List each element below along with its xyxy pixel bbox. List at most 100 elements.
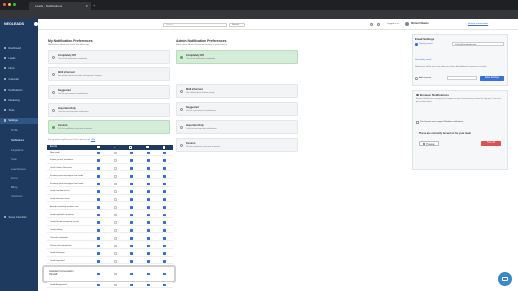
save-settings-button[interactable]: Save Settings: [480, 76, 504, 81]
checkbox[interactable]: [114, 174, 117, 178]
sidebar-sub-billing[interactable]: Billing: [11, 186, 17, 189]
close-window-icon[interactable]: [3, 3, 7, 7]
turn-off-button[interactable]: Turn off: [481, 141, 501, 146]
my-pref-option-selected[interactable]: Custom Pick the notifications you want to…: [48, 120, 170, 134]
user-name[interactable]: Richard Shaefer: [411, 23, 429, 25]
checked-checkbox[interactable]: [147, 244, 150, 248]
sidebar-item-settings[interactable]: Settings: [0, 118, 38, 124]
checked-checkbox[interactable]: [97, 213, 100, 217]
checked-checkbox[interactable]: [130, 174, 133, 178]
checkbox[interactable]: [114, 190, 117, 194]
checkbox[interactable]: [114, 213, 117, 217]
checked-checkbox[interactable]: [163, 167, 166, 170]
checked-checkbox[interactable]: [147, 159, 150, 163]
checkbox[interactable]: [114, 205, 117, 209]
checked-checkbox[interactable]: [97, 198, 100, 201]
checked-checkbox[interactable]: [130, 221, 133, 225]
checked-checkbox[interactable]: [163, 252, 166, 256]
checked-checkbox[interactable]: [163, 221, 166, 225]
help-icon[interactable]: [377, 23, 381, 27]
checked-checkbox[interactable]: [163, 244, 166, 248]
sidebar-sub-integrations[interactable]: Integrations: [11, 149, 24, 152]
checked-checkbox[interactable]: [130, 151, 133, 155]
checked-checkbox[interactable]: [147, 221, 150, 225]
checkbox[interactable]: [114, 167, 117, 170]
checked-checkbox[interactable]: [97, 260, 100, 263]
checkbox[interactable]: [114, 151, 117, 155]
sidebar-item-notifications[interactable]: Notifications: [4, 89, 23, 94]
minimize-window-icon[interactable]: [8, 3, 12, 7]
checked-checkbox[interactable]: [147, 236, 150, 240]
brand-logo[interactable]: NEOLEADS: [4, 22, 24, 26]
sidebar-item-marketing[interactable]: Marketing: [4, 99, 20, 104]
checked-checkbox[interactable]: [97, 229, 100, 232]
collapse-sidebar-icon[interactable]: [34, 22, 38, 26]
my-pref-option[interactable]: Well informed Get notified about new lead…: [48, 67, 170, 81]
checked-checkbox[interactable]: [97, 174, 100, 178]
checkbox[interactable]: [163, 272, 166, 276]
radio-icon[interactable]: [415, 77, 418, 80]
checkbox[interactable]: [147, 272, 150, 276]
checked-checkbox[interactable]: [97, 205, 100, 209]
preview-button[interactable]: Preview: [419, 141, 439, 146]
checked-checkbox[interactable]: [97, 182, 100, 186]
add-recipient-field[interactable]: [447, 76, 477, 81]
maximize-window-icon[interactable]: [13, 3, 17, 7]
sidebar-sub-forms[interactable]: Forms: [11, 177, 18, 180]
sidebar-item-leads[interactable]: Leads: [4, 57, 15, 62]
checkbox[interactable]: [416, 121, 419, 124]
checked-checkbox[interactable]: [163, 190, 166, 194]
search-input[interactable]: Search: [163, 22, 227, 27]
checked-checkbox[interactable]: [130, 244, 133, 248]
checked-checkbox[interactable]: [130, 260, 133, 263]
sidebar-item-tools[interactable]: Tools: [4, 109, 14, 114]
checked-checkbox[interactable]: [97, 190, 100, 194]
sidebar-item-dashboard[interactable]: Dashboard: [4, 47, 21, 52]
checkbox[interactable]: [114, 221, 117, 225]
checked-checkbox[interactable]: [130, 236, 133, 240]
checkbox[interactable]: [114, 182, 117, 186]
checked-checkbox[interactable]: [147, 190, 150, 194]
checked-checkbox[interactable]: [97, 221, 100, 225]
checkbox[interactable]: [114, 283, 117, 287]
avatar[interactable]: [405, 22, 410, 27]
checked-checkbox[interactable]: [147, 260, 150, 263]
checked-checkbox[interactable]: [97, 244, 100, 248]
checked-checkbox[interactable]: [147, 213, 150, 217]
checked-checkbox[interactable]: [147, 229, 150, 232]
checkbox[interactable]: [114, 272, 117, 276]
admin-pref-option[interactable]: Important Only Only the most important no…: [176, 120, 298, 134]
highlighted-table-row[interactable]: Assistant Conversation Handoff: [44, 267, 174, 281]
checked-checkbox[interactable]: [130, 213, 133, 217]
checkbox[interactable]: [114, 198, 117, 201]
checked-checkbox[interactable]: [97, 159, 100, 163]
checked-checkbox[interactable]: [163, 229, 166, 232]
checked-checkbox[interactable]: [163, 151, 166, 155]
sidebar-sub-profile[interactable]: Profile: [11, 129, 18, 132]
checked-checkbox[interactable]: [97, 236, 100, 240]
checked-checkbox[interactable]: [163, 174, 166, 178]
checkbox[interactable]: [147, 283, 150, 287]
checked-checkbox[interactable]: [130, 205, 133, 209]
checked-checkbox[interactable]: [97, 167, 100, 170]
checked-checkbox[interactable]: [163, 159, 166, 163]
checked-checkbox[interactable]: [163, 260, 166, 263]
checked-checkbox[interactable]: [163, 213, 166, 217]
sidebar-sub-customers[interactable]: Customers: [11, 195, 23, 198]
sidebar-sub-lead-sources[interactable]: Lead Sources: [11, 168, 26, 171]
checked-checkbox[interactable]: [147, 205, 150, 209]
checked-checkbox[interactable]: [147, 174, 150, 178]
checked-checkbox[interactable]: [130, 252, 133, 256]
admin-pref-option[interactable]: Suggested Get the right amount of notific…: [176, 102, 298, 116]
checkbox[interactable]: [97, 272, 100, 276]
checked-checkbox[interactable]: [163, 236, 166, 240]
checked-checkbox[interactable]: [147, 198, 150, 201]
checkbox[interactable]: [163, 283, 166, 287]
admin-pref-option[interactable]: Custom Pick the notifications you want to…: [176, 138, 298, 152]
checkbox[interactable]: [114, 260, 117, 263]
sidebar-sub-notifications[interactable]: Notifications: [11, 139, 24, 142]
checked-checkbox[interactable]: [130, 190, 133, 194]
checked-checkbox[interactable]: [147, 151, 150, 155]
checkbox[interactable]: [130, 283, 133, 287]
manage-subscriptions-link[interactable]: Manage subscriptions: [468, 23, 488, 25]
